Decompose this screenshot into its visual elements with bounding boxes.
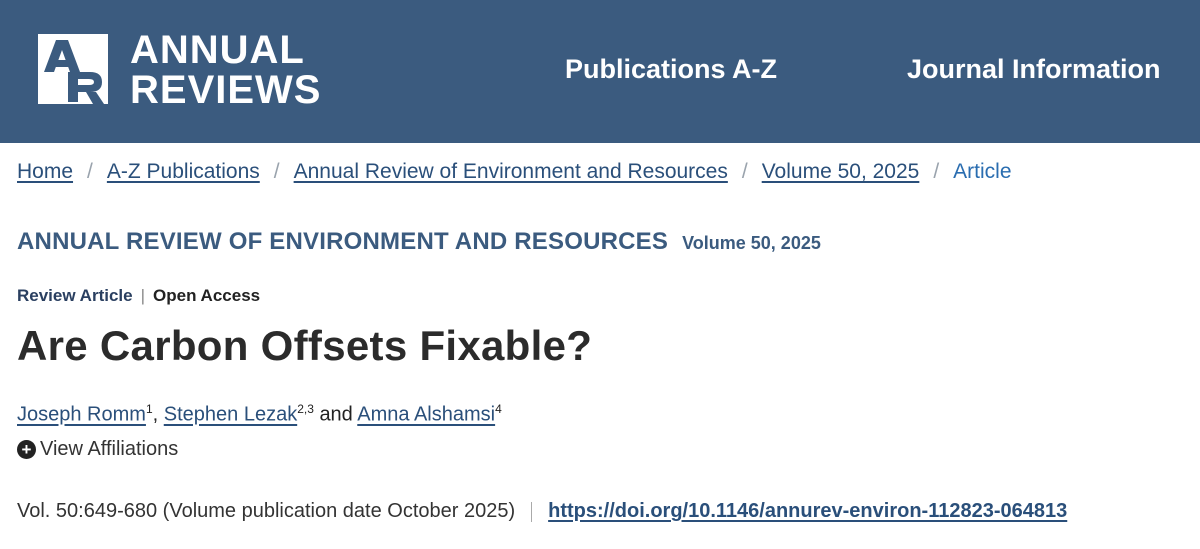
breadcrumb-separator: / — [273, 160, 280, 183]
nav-journal-information[interactable]: Journal Information — [907, 52, 1161, 86]
citation-row: Vol. 50:649-680 (Volume publication date… — [17, 500, 1067, 523]
author-affiliation-ref: 4 — [495, 402, 502, 416]
plus-circle-icon: + — [17, 440, 36, 459]
logo-line-reviews: REVIEWS — [130, 68, 322, 112]
view-affiliations-label: View Affiliations — [40, 438, 179, 460]
author-list: Joseph Romm1, Stephen Lezak2,3 and Amna … — [17, 402, 502, 427]
author-separator: , — [152, 403, 159, 426]
type-separator: | — [140, 286, 146, 305]
author-affiliation-ref: 1 — [145, 402, 153, 416]
breadcrumb-journal[interactable]: Annual Review of Environment and Resourc… — [294, 160, 728, 183]
article-title: Are Carbon Offsets Fixable? — [17, 322, 593, 369]
view-affiliations-toggle[interactable]: + View Affiliations — [17, 438, 178, 461]
breadcrumb-separator: / — [741, 160, 748, 183]
ar-logo-mark — [38, 34, 108, 104]
logo-wordmark[interactable]: ANNUAL REVIEWS — [130, 30, 321, 110]
access-type: Open Access — [153, 286, 261, 305]
breadcrumb: Home / A-Z Publications / Annual Review of E… — [17, 159, 1012, 185]
author-link[interactable]: Amna Alshamsi — [357, 404, 495, 426]
annual-reviews-logo-icon[interactable] — [38, 34, 108, 104]
nav-publications-az[interactable]: Publications A-Z — [565, 52, 777, 86]
article-type-row: Review Article | Open Access — [17, 286, 260, 306]
author-and: and — [319, 403, 353, 426]
journal-volume[interactable]: Volume 50, 2025 — [682, 233, 821, 253]
journal-heading: ANNUAL REVIEW OF ENVIRONMENT AND RESOURC… — [17, 228, 821, 256]
logo-line-annual: ANNUAL — [130, 28, 305, 72]
author-link[interactable]: Stephen Lezak — [164, 404, 297, 426]
citation-text: Vol. 50:649-680 (Volume publication date… — [17, 500, 516, 522]
site-header: ANNUAL REVIEWS Publications A-Z Journal … — [0, 0, 1200, 143]
breadcrumb-separator: / — [87, 160, 93, 183]
breadcrumb-article: Article — [953, 160, 1012, 183]
breadcrumb-az-publications[interactable]: A-Z Publications — [107, 160, 260, 183]
breadcrumb-separator: / — [933, 160, 940, 183]
doi-link[interactable]: https://doi.org/10.1146/annurev-environ-… — [548, 500, 1067, 523]
article-type: Review Article — [17, 286, 133, 305]
breadcrumb-home[interactable]: Home — [17, 160, 73, 183]
breadcrumb-volume[interactable]: Volume 50, 2025 — [762, 160, 920, 183]
journal-title[interactable]: ANNUAL REVIEW OF ENVIRONMENT AND RESOURC… — [17, 228, 668, 255]
author-link[interactable]: Joseph Romm — [17, 404, 146, 426]
author-affiliation-ref: 2,3 — [297, 402, 314, 416]
citation-divider — [531, 501, 533, 522]
